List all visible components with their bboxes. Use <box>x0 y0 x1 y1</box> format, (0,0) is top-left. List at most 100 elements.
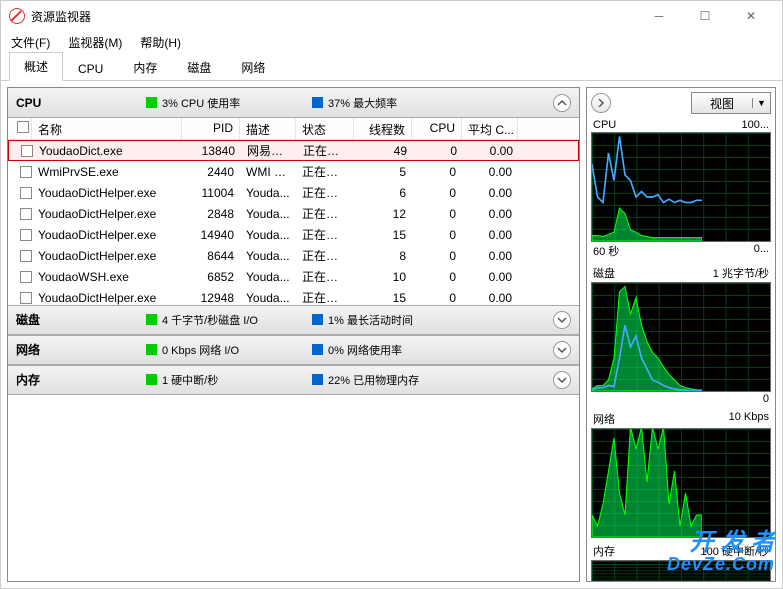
cell-desc: Youda... <box>240 249 296 263</box>
col-avg[interactable]: 平均 C... <box>462 118 518 139</box>
table-head: 名称 PID 描述 状态 线程数 CPU 平均 C... <box>8 118 579 140</box>
cell-threads: 15 <box>354 291 412 305</box>
col-name[interactable]: 名称 <box>32 118 182 139</box>
cell-threads: 10 <box>354 270 412 284</box>
cell-avg: 0.00 <box>463 144 519 158</box>
cell-cpu: 0 <box>412 291 462 305</box>
table-row[interactable]: YoudaoDictHelper.exe8644Youda...正在运行800.… <box>8 245 579 266</box>
section-disk-header[interactable]: 磁盘 4 千字节/秒磁盘 I/O 1% 最长活动时间 <box>8 305 579 335</box>
maximize-button[interactable]: ☐ <box>682 1 728 31</box>
minimize-button[interactable]: ─ <box>636 1 682 31</box>
cell-pid: 14940 <box>182 228 240 242</box>
cell-name: YoudaoDictHelper.exe <box>32 207 182 221</box>
tab-disk[interactable]: 磁盘 <box>172 53 226 81</box>
chevron-down-icon <box>557 345 567 355</box>
cell-avg: 0.00 <box>462 249 518 263</box>
cell-status: 正在运行 <box>297 142 355 159</box>
table-row[interactable]: WmiPrvSE.exe2440WMI P...正在运行500.00 <box>8 161 579 182</box>
collapse-button[interactable] <box>553 94 571 112</box>
cell-threads: 15 <box>354 228 412 242</box>
cell-desc: Youda... <box>240 270 296 284</box>
expand-button[interactable] <box>553 341 571 359</box>
window-title: 资源监视器 <box>31 8 636 25</box>
col-pid[interactable]: PID <box>182 118 240 139</box>
green-square-icon <box>146 97 157 108</box>
app-icon <box>9 8 25 24</box>
cell-avg: 0.00 <box>462 228 518 242</box>
chevron-right-icon <box>597 99 605 107</box>
cell-avg: 0.00 <box>462 291 518 305</box>
cell-threads: 12 <box>354 207 412 221</box>
cell-status: 正在运行 <box>296 268 354 285</box>
blue-square-icon <box>312 374 323 385</box>
chart-cpu: CPU100... 60 秒0... <box>591 118 771 260</box>
row-checkbox[interactable] <box>20 292 32 304</box>
row-checkbox[interactable] <box>20 271 32 283</box>
cell-avg: 0.00 <box>462 186 518 200</box>
cell-status: 正在运行 <box>296 226 354 243</box>
chart-network: 网络10 Kbps <box>591 410 771 538</box>
green-square-icon <box>146 314 157 325</box>
section-memory-header[interactable]: 内存 1 硬中断/秒 22% 已用物理内存 <box>8 365 579 395</box>
expand-button[interactable] <box>553 311 571 329</box>
table-row[interactable]: YoudaoDictHelper.exe2848Youda...正在运行1200… <box>8 203 579 224</box>
cpu-stat2: 37% 最大频率 <box>328 95 478 111</box>
cell-status: 正在运行 <box>296 289 354 305</box>
tab-network[interactable]: 网络 <box>226 53 280 81</box>
table-row[interactable]: YoudaoDictHelper.exe14940Youda...正在运行150… <box>8 224 579 245</box>
row-checkbox[interactable] <box>20 229 32 241</box>
tab-cpu[interactable]: CPU <box>63 56 118 81</box>
section-cpu-header[interactable]: CPU 3% CPU 使用率 37% 最大频率 <box>8 88 579 118</box>
row-checkbox[interactable] <box>21 145 33 157</box>
table-row[interactable]: YoudaoWSH.exe6852Youda...正在运行1000.00 <box>8 266 579 287</box>
col-desc[interactable]: 描述 <box>240 118 296 139</box>
expand-button[interactable] <box>553 371 571 389</box>
view-button[interactable]: 视图 ▼ <box>691 92 771 114</box>
row-checkbox[interactable] <box>20 208 32 220</box>
cell-name: YoudaoWSH.exe <box>32 270 182 284</box>
col-cpu[interactable]: CPU <box>412 118 462 139</box>
table-row[interactable]: YoudaoDictHelper.exe12948Youda...正在运行150… <box>8 287 579 305</box>
left-panel: CPU 3% CPU 使用率 37% 最大频率 名称 PID 描述 状态 线程数… <box>7 87 580 582</box>
cell-pid: 13840 <box>183 144 241 158</box>
row-checkbox[interactable] <box>20 187 32 199</box>
cell-status: 正在运行 <box>296 205 354 222</box>
cell-avg: 0.00 <box>462 165 518 179</box>
cell-pid: 12948 <box>182 291 240 305</box>
green-square-icon <box>146 374 157 385</box>
col-threads[interactable]: 线程数 <box>354 118 412 139</box>
cell-threads: 8 <box>354 249 412 263</box>
cell-status: 正在运行 <box>296 163 354 180</box>
menubar: 文件(F) 监视器(M) 帮助(H) <box>1 31 782 53</box>
cell-desc: Youda... <box>240 291 296 305</box>
cell-threads: 6 <box>354 186 412 200</box>
cell-cpu: 0 <box>412 228 462 242</box>
cell-name: WmiPrvSE.exe <box>32 165 182 179</box>
col-status[interactable]: 状态 <box>296 118 354 139</box>
cell-desc: Youda... <box>240 207 296 221</box>
cell-cpu: 0 <box>413 144 463 158</box>
row-checkbox[interactable] <box>20 166 32 178</box>
cell-cpu: 0 <box>412 186 462 200</box>
section-cpu-label: CPU <box>16 96 146 110</box>
blue-square-icon <box>312 97 323 108</box>
menu-file[interactable]: 文件(F) <box>5 32 56 53</box>
col-checkbox[interactable] <box>8 118 32 139</box>
cell-desc: WMI P... <box>240 165 296 179</box>
nav-right-button[interactable] <box>591 93 611 113</box>
cell-pid: 2440 <box>182 165 240 179</box>
cpu-stat1: 3% CPU 使用率 <box>162 95 312 111</box>
row-checkbox[interactable] <box>20 250 32 262</box>
menu-monitor[interactable]: 监视器(M) <box>62 32 128 53</box>
cell-name: YoudaoDictHelper.exe <box>32 291 182 305</box>
table-row[interactable]: YoudaoDictHelper.exe11004Youda...正在运行600… <box>8 182 579 203</box>
tab-memory[interactable]: 内存 <box>118 53 172 81</box>
tab-overview[interactable]: 概述 <box>9 52 63 81</box>
cell-cpu: 0 <box>412 165 462 179</box>
close-button[interactable]: ✕ <box>728 1 774 31</box>
table-row[interactable]: YoudaoDict.exe13840网易有...正在运行4900.00 <box>8 140 579 161</box>
cell-status: 正在运行 <box>296 247 354 264</box>
section-network-header[interactable]: 网络 0 Kbps 网络 I/O 0% 网络使用率 <box>8 335 579 365</box>
menu-help[interactable]: 帮助(H) <box>134 32 187 53</box>
cell-name: YoudaoDictHelper.exe <box>32 249 182 263</box>
